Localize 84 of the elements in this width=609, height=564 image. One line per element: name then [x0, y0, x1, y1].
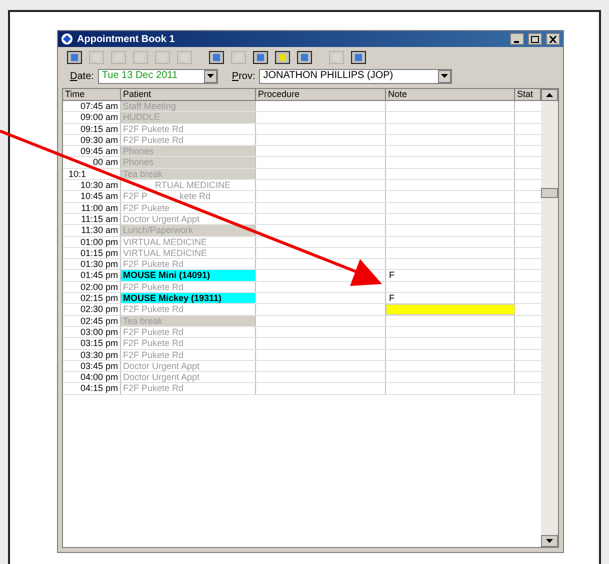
patient-text: MOUSE Mickey (19311) — [123, 293, 222, 304]
patient-text: F2F P — [123, 191, 148, 202]
time-text: 09:30 am — [80, 134, 118, 145]
time-text: 04:15 pm — [80, 383, 118, 394]
time-text: 00 am — [92, 157, 118, 168]
patient-text: VIRTUAL MEDICINE — [123, 248, 208, 258]
maximize-button[interactable] — [528, 33, 542, 45]
time-text: 11:30 am — [81, 225, 118, 236]
toolbar-button[interactable] — [296, 50, 313, 64]
toolbar-button[interactable] — [66, 50, 83, 64]
patient-text: Staff Meeting — [123, 101, 176, 111]
time-text: 01:45 pm — [80, 270, 118, 280]
time-text: 02:00 pm — [80, 282, 118, 292]
app-icon — [61, 33, 73, 45]
patient-text: F2F Pukete Rd — [123, 304, 184, 314]
down-arrow-icon — [546, 539, 553, 543]
minimize-button[interactable] — [510, 33, 524, 45]
time-text: 10:45 am — [80, 191, 118, 202]
note-cell[interactable] — [386, 304, 515, 315]
column-header[interactable]: Patient — [121, 89, 256, 101]
patient-text: Lunch/Paperwork — [123, 225, 194, 236]
time-text: 03:45 pm — [80, 360, 118, 371]
patient-text: F2F Pukete Rd — [123, 259, 184, 270]
time-text: 11:15 am — [81, 214, 118, 224]
note-cell[interactable]: F — [386, 293, 515, 304]
time-text: 10:30 am — [80, 180, 118, 190]
time-text: 09:45 am — [80, 146, 118, 156]
patient-text: HUDDLE — [123, 112, 160, 122]
up-arrow-icon — [546, 93, 553, 97]
toolbar-button[interactable] — [208, 50, 225, 64]
scrollbar[interactable] — [541, 89, 558, 547]
patient-text: F2F Pukete Rd — [123, 124, 184, 134]
patient-text: Phones — [123, 146, 154, 156]
patient-text: F2F Pukete Rd — [123, 338, 184, 348]
time-text: 02:30 pm — [80, 304, 118, 314]
patient-text: RTUAL MEDICINE — [155, 180, 231, 190]
scroll-thumb[interactable] — [541, 188, 558, 198]
close-icon — [549, 36, 557, 42]
time-text: 04:00 pm — [80, 372, 118, 382]
patient-text: Tea break — [123, 168, 163, 179]
patient-text: Tea break — [123, 316, 163, 326]
time-text: 01:15 pm — [80, 248, 118, 258]
toolbar-button[interactable] — [252, 50, 269, 64]
patient-text: kete Rd — [180, 191, 211, 202]
time-text: 03:00 pm — [80, 326, 118, 337]
patient-text: F2F Pukete — [123, 202, 170, 213]
time-text: 09:15 am — [80, 124, 118, 134]
window-title: Appointment Book 1 — [77, 32, 176, 46]
note-cell[interactable]: F — [386, 270, 515, 281]
time-text: 03:30 pm — [80, 350, 118, 360]
patient-text: Phones — [123, 157, 154, 168]
column-header[interactable]: Time — [63, 89, 121, 101]
toolbar-button[interactable] — [274, 50, 291, 64]
date-field[interactable]: Tue 13 Dec 2011 — [98, 68, 218, 84]
toolbar-button[interactable] — [350, 50, 367, 64]
maximize-icon — [531, 36, 539, 42]
close-button[interactable] — [546, 33, 560, 45]
time-text: 02:15 pm — [80, 293, 118, 304]
time-text: 10:1 — [68, 168, 86, 179]
field-label: Date: — [70, 70, 94, 84]
patient-text: F2F Pukete Rd — [123, 326, 184, 337]
time-text: 11:00 am — [81, 202, 118, 213]
patient-text: Doctor Urgent Appt — [123, 372, 200, 382]
patient-text: F2F Pukete Rd — [123, 282, 184, 292]
patient-text: MOUSE Mini (14091) — [123, 270, 210, 280]
provider-field[interactable]: JONATHON PHILLIPS (JOP) — [259, 68, 452, 84]
patient-text: Doctor Urgent Appt — [123, 214, 200, 224]
field-label: Prov: — [232, 70, 256, 84]
column-header[interactable]: Stat — [515, 89, 541, 101]
time-text: 03:15 pm — [80, 338, 118, 348]
patient-text: F2F Pukete Rd — [123, 383, 184, 394]
column-header[interactable]: Note — [386, 89, 515, 101]
time-text: 02:45 pm — [80, 316, 118, 326]
time-text: 01:00 pm — [80, 236, 118, 247]
patient-text: F2F Pukete Rd — [123, 350, 184, 360]
patient-text: F2F Pukete Rd — [123, 134, 184, 145]
time-text: 01:30 pm — [80, 259, 118, 270]
patient-text: Doctor Urgent Appt — [123, 360, 200, 371]
patient-text: VIRTUAL MEDICINE — [123, 236, 208, 247]
scroll-up-button[interactable] — [541, 89, 558, 101]
time-text: 07:45 am — [80, 101, 118, 111]
column-header[interactable]: Procedure — [256, 89, 386, 101]
time-text: 09:00 am — [80, 112, 118, 122]
scroll-down-button[interactable] — [541, 535, 558, 547]
